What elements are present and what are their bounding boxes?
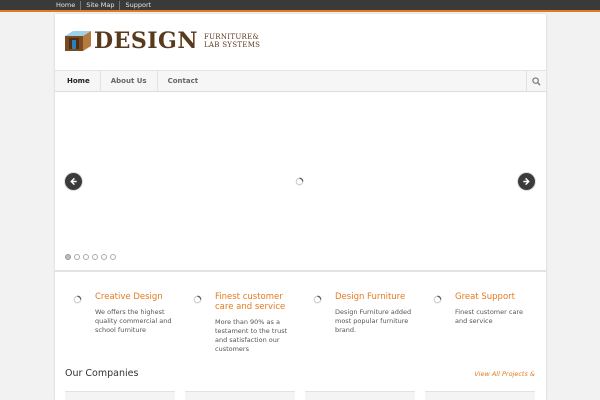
logo-wordmark: DESIGN xyxy=(94,28,198,54)
slider-bullet-5[interactable] xyxy=(101,254,107,260)
arrow-right-icon xyxy=(523,177,530,186)
feature-title[interactable]: Great Support xyxy=(455,292,547,302)
view-all-projects-link[interactable]: View All Projects & xyxy=(474,370,535,378)
feature-title[interactable]: Creative Design xyxy=(95,292,187,302)
slider-bullet-4[interactable] xyxy=(92,254,98,260)
utility-link-support[interactable]: Support xyxy=(119,1,156,10)
feature-text-line: and satisfaction our xyxy=(215,336,280,344)
company-card[interactable] xyxy=(305,391,415,400)
slider-prev-button[interactable] xyxy=(65,173,82,190)
loading-spinner-icon xyxy=(193,295,202,304)
site-logo[interactable]: DESIGN FURNITURE& LAB SYSTEMS xyxy=(64,28,260,54)
top-utility-bar: Home Site Map Support xyxy=(0,0,600,12)
feature-text-line: quality commercial and xyxy=(95,317,172,325)
feature-text-line: customers xyxy=(215,345,249,353)
feature-text: We offers the highest quality commercial… xyxy=(95,308,181,335)
utility-links: Home Site Map Support xyxy=(54,1,156,10)
feature-text: Design Furniture added most popular furn… xyxy=(335,308,421,335)
feature-title-line: Finest customer xyxy=(215,292,283,302)
nav-item-contact[interactable]: Contact xyxy=(158,71,209,91)
slider-next-button[interactable] xyxy=(518,173,535,190)
nav-item-about-us[interactable]: About Us xyxy=(101,71,158,91)
company-card[interactable] xyxy=(425,391,535,400)
slider-bullet-2[interactable] xyxy=(74,254,80,260)
feature-text-line: Finest customer care xyxy=(455,308,523,316)
feature-text: Finest customer care and service xyxy=(455,308,541,326)
feature-title[interactable]: Finest customer care and service xyxy=(215,292,307,312)
feature-title-line: care and service xyxy=(215,302,286,312)
slider-bullet-6[interactable] xyxy=(110,254,116,260)
company-card[interactable] xyxy=(65,391,175,400)
loading-spinner-icon xyxy=(313,295,322,304)
feature-text-line: most popular furniture xyxy=(335,317,409,325)
feature-text-line: More than 90% as a xyxy=(215,318,280,326)
main-navigation: Home About Us Contact xyxy=(55,70,546,92)
nav-item-home[interactable]: Home xyxy=(55,71,101,91)
feature-text-line: school furniture xyxy=(95,326,146,334)
feature-text-line: brand. xyxy=(335,326,357,334)
companies-heading: Our Companies xyxy=(65,368,139,379)
feature-text-line: Design Furniture added xyxy=(335,308,412,316)
page-container: DESIGN FURNITURE& LAB SYSTEMS Home About… xyxy=(55,14,546,400)
feature-text: More than 90% as a testament to the trus… xyxy=(215,318,301,354)
loading-spinner-icon xyxy=(73,295,82,304)
logo-tagline-line1: FURNITURE& xyxy=(203,33,260,41)
loading-spinner-icon xyxy=(295,177,304,186)
logo-cube-icon xyxy=(65,31,91,51)
logo-tagline: FURNITURE& LAB SYSTEMS xyxy=(204,33,260,49)
logo-tagline-line2: LAB SYSTEMS xyxy=(203,41,261,49)
feature-title[interactable]: Design Furniture xyxy=(335,292,427,302)
hero-slider xyxy=(55,92,546,272)
slider-bullet-1[interactable] xyxy=(65,254,71,260)
arrow-left-icon xyxy=(70,177,77,186)
loading-spinner-icon xyxy=(433,295,442,304)
slider-pagination xyxy=(65,254,119,260)
feature-text-line: and service xyxy=(455,317,493,325)
utility-link-site-map[interactable]: Site Map xyxy=(80,1,119,10)
utility-link-home[interactable]: Home xyxy=(54,1,80,10)
slider-bullet-3[interactable] xyxy=(83,254,89,260)
company-card[interactable] xyxy=(185,391,295,400)
search-button[interactable] xyxy=(526,71,546,91)
search-icon xyxy=(532,76,541,86)
feature-text-line: We offers the highest xyxy=(95,308,165,316)
feature-text-line: testament to the trust xyxy=(215,327,288,335)
